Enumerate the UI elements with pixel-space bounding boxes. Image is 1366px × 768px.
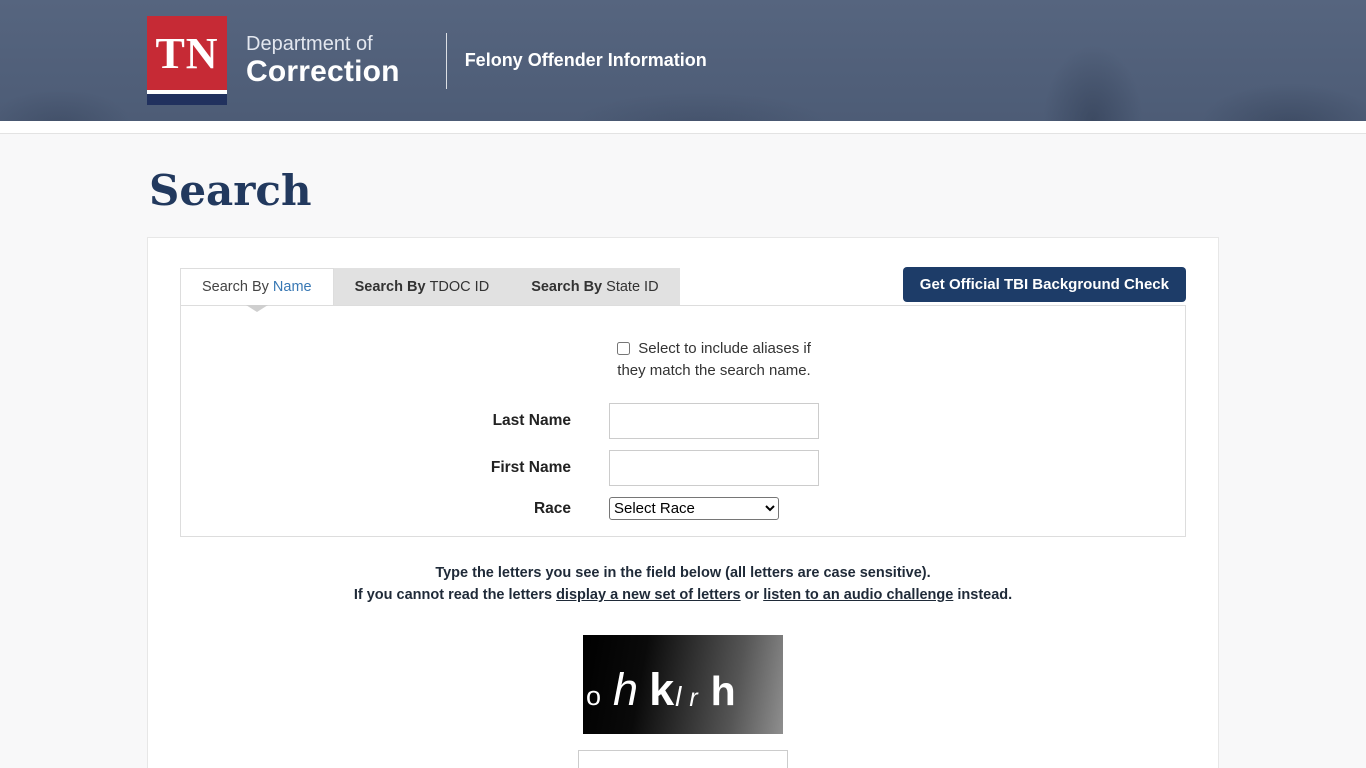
tn-logo-mark: TN xyxy=(147,16,227,90)
search-card: Search By Name Search By TDOC ID Search … xyxy=(147,237,1219,768)
tab-label-prefix: Search By xyxy=(355,279,430,295)
first-name-label: First Name xyxy=(181,459,571,477)
site-title: Felony Offender Information xyxy=(465,50,707,71)
audio-challenge-link[interactable]: listen to an audio challenge xyxy=(763,587,953,603)
last-name-row: Last Name xyxy=(181,403,1185,439)
captcha-letter: h xyxy=(613,672,638,708)
include-aliases-checkbox[interactable] xyxy=(617,342,630,355)
captcha-image: o h k l r h xyxy=(583,635,783,734)
card-top-row: Search By Name Search By TDOC ID Search … xyxy=(180,268,1186,305)
agency-name-line1: Department of xyxy=(246,33,400,55)
alias-row: Select to include aliases if they match … xyxy=(181,338,1185,392)
page-title: Search xyxy=(147,134,1219,237)
first-name-row: First Name xyxy=(181,450,1185,486)
captcha-line2-suffix: instead. xyxy=(957,587,1012,603)
tbi-background-check-button[interactable]: Get Official TBI Background Check xyxy=(903,267,1186,302)
content-container: Search Search By Name Search By TDOC ID … xyxy=(147,134,1219,768)
tn-state-logo: TN xyxy=(147,16,227,105)
captcha-letter: h xyxy=(711,675,736,708)
search-tabs: Search By Name Search By TDOC ID Search … xyxy=(180,268,680,305)
captcha-instruction-line1: Type the letters you see in the field be… xyxy=(180,562,1186,584)
captcha-letter: l xyxy=(675,686,681,708)
tab-search-by-tdoc-id[interactable]: Search By TDOC ID xyxy=(334,268,511,305)
alias-label-line2: they match the search name. xyxy=(617,362,810,379)
captcha-instructions: Type the letters you see in the field be… xyxy=(180,562,1186,606)
captcha-letter: k xyxy=(649,672,674,708)
site-header: TN Department of Correction Felony Offen… xyxy=(0,0,1366,121)
first-name-input[interactable] xyxy=(609,450,819,486)
logo-stripe-navy xyxy=(147,94,227,105)
tab-label-prefix: Search By xyxy=(531,279,606,295)
race-select[interactable]: Select Race xyxy=(609,497,779,520)
last-name-label: Last Name xyxy=(181,412,571,430)
agency-name-line2: Correction xyxy=(246,55,400,88)
captcha-line2-prefix: If you cannot read the letters xyxy=(354,587,552,603)
tab-label-suffix: Name xyxy=(273,279,312,295)
header-divider xyxy=(446,33,447,89)
search-by-name-form: Select to include aliases if they match … xyxy=(180,305,1186,537)
tab-label-suffix: TDOC ID xyxy=(430,279,490,295)
agency-name: Department of Correction xyxy=(246,33,400,88)
header-bottom-strip xyxy=(0,121,1366,134)
alias-label-line1: Select to include aliases if xyxy=(638,340,811,357)
alias-option: Select to include aliases if they match … xyxy=(609,338,819,382)
captcha-instruction-line2: If you cannot read the letters display a… xyxy=(180,584,1186,606)
tab-label-prefix: Search By xyxy=(202,279,273,295)
last-name-input[interactable] xyxy=(609,403,819,439)
tab-search-by-state-id[interactable]: Search By State ID xyxy=(510,268,679,305)
captcha-line2-or: or xyxy=(745,587,760,603)
tab-search-by-name[interactable]: Search By Name xyxy=(180,268,334,305)
race-row: Race Select Race xyxy=(181,497,1185,520)
captcha-letter: r xyxy=(689,688,697,708)
tab-label-suffix: State ID xyxy=(606,279,658,295)
new-letters-link[interactable]: display a new set of letters xyxy=(556,587,741,603)
race-label: Race xyxy=(181,500,571,518)
page-background: Search Search By Name Search By TDOC ID … xyxy=(0,134,1366,768)
captcha-answer-input[interactable] xyxy=(578,750,788,768)
captcha-letter: o xyxy=(586,686,601,708)
